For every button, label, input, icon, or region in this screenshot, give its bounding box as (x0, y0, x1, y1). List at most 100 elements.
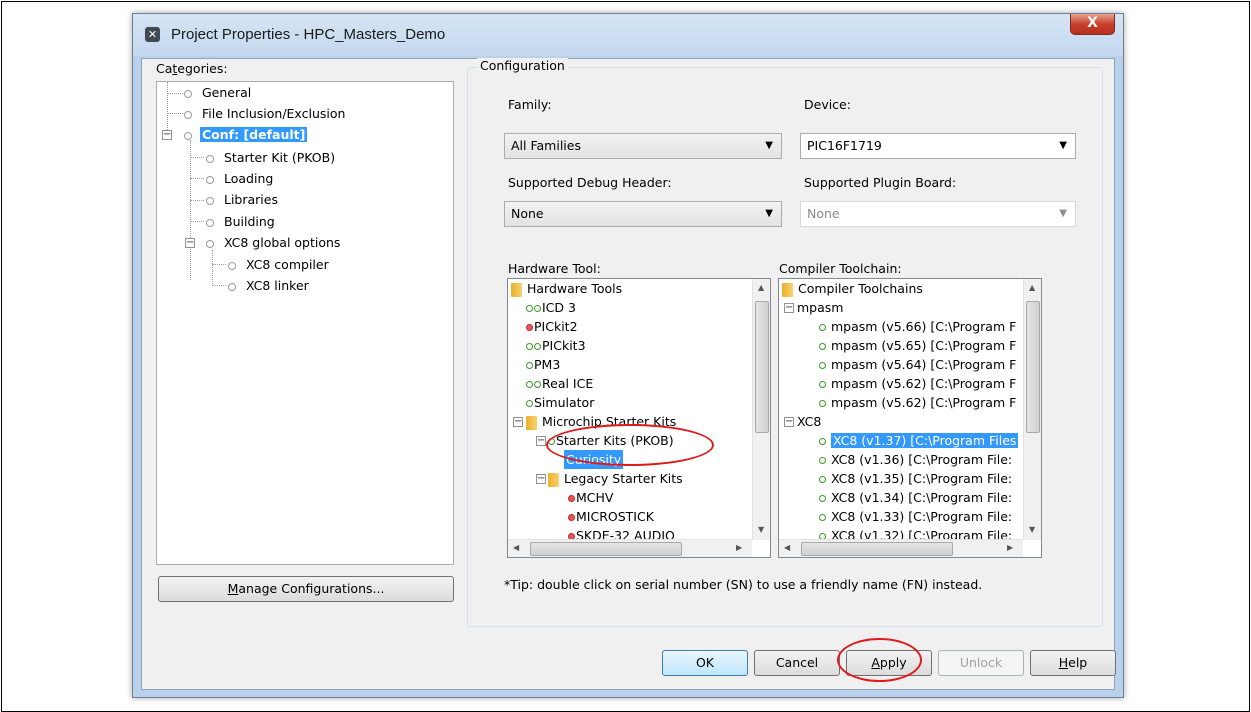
collapse-icon[interactable]: − (784, 303, 794, 313)
hardware-tool-label: Hardware Tool: (508, 261, 601, 276)
tree-item-starter-kit[interactable]: Starter Kit (PKOB) (206, 149, 337, 167)
list-item[interactable]: ICD 3 (526, 298, 576, 317)
collapse-icon[interactable]: − (536, 474, 546, 484)
ok-button[interactable]: OK (662, 650, 748, 676)
compiler-toolchain-list[interactable]: Compiler Toolchains − mpasm mpasm (v5.66… (778, 278, 1042, 558)
tree-item-xc8-linker[interactable]: XC8 linker (228, 277, 311, 295)
green-status-icon (548, 438, 555, 445)
device-select[interactable]: PIC16F1719 ▼ (800, 133, 1076, 159)
folder-icon (782, 282, 793, 297)
list-item[interactable]: Hardware Tools (511, 279, 622, 298)
debug-header-label: Supported Debug Header: (508, 175, 672, 190)
collapse-icon[interactable]: − (185, 238, 195, 248)
scroll-up-icon[interactable]: ▲ (758, 283, 764, 292)
list-item[interactable]: Legacy Starter Kits (548, 469, 683, 488)
list-item[interactable]: Compiler Toolchains (782, 279, 923, 298)
list-item[interactable]: XC8 (v1.35) [C:\Program File: (819, 469, 1012, 488)
list-item[interactable]: PICkit2 (526, 317, 578, 336)
apply-button[interactable]: Apply (846, 650, 932, 676)
tree-item-conf-default[interactable]: Conf: [default] (184, 126, 308, 144)
tree-line (167, 113, 183, 114)
list-item[interactable]: XC8 (v1.33) [C:\Program File: (819, 507, 1012, 526)
help-button[interactable]: Help (1030, 650, 1116, 676)
collapse-icon[interactable]: − (513, 417, 523, 427)
red-status-icon (568, 495, 575, 502)
hardware-tool-list[interactable]: Hardware Tools ICD 3 PICkit2 PICkit3 PM3… (507, 278, 771, 558)
list-item[interactable]: MICROSTICK (568, 507, 654, 526)
list-item[interactable]: XC8 (v1.34) [C:\Program File: (819, 488, 1012, 507)
list-item[interactable]: mpasm (v5.65) [C:\Program F (819, 336, 1016, 355)
node-dot-icon (206, 175, 214, 184)
list-item[interactable]: mpasm (797, 298, 843, 317)
collapse-icon[interactable]: − (162, 130, 172, 140)
list-item[interactable]: PICkit3 (526, 336, 586, 355)
device-label: Device: (804, 97, 851, 112)
manage-configurations-button[interactable]: Manage Configurations... (158, 576, 454, 602)
scroll-down-icon[interactable]: ▼ (758, 525, 764, 534)
node-dot-icon (206, 239, 214, 248)
list-item-starter-kits-pkob[interactable]: Starter Kits (PKOB) (548, 431, 674, 450)
list-item-xc8-v137[interactable]: XC8 (v1.37) [C:\Program Files (819, 431, 1019, 450)
list-item[interactable]: PM3 (526, 355, 560, 374)
green-status-icon (819, 381, 826, 388)
green-status-icon (819, 343, 826, 350)
horizontal-scrollbar[interactable]: ◀ ▶ (508, 539, 752, 557)
list-item[interactable]: XC8 (797, 412, 821, 431)
window-title: Project Properties - HPC_Masters_Demo (171, 26, 446, 43)
list-item[interactable]: mpasm (v5.62) [C:\Program F (819, 393, 1016, 412)
close-button[interactable]: X (1070, 14, 1115, 35)
tree-item-file-inclusion[interactable]: File Inclusion/Exclusion (184, 105, 347, 123)
tree-item-xc8-compiler[interactable]: XC8 compiler (228, 256, 331, 274)
list-item-curiosity[interactable]: Curiosity (564, 450, 624, 469)
list-item[interactable]: Simulator (526, 393, 594, 412)
scroll-down-icon[interactable]: ▼ (1029, 525, 1035, 534)
green-status-icon (526, 362, 533, 369)
collapse-icon[interactable]: − (784, 417, 794, 427)
folder-icon (548, 472, 559, 487)
list-item[interactable]: Real ICE (526, 374, 593, 393)
family-select[interactable]: All Families ▼ (504, 133, 782, 159)
red-status-icon (526, 324, 533, 331)
scroll-left-icon[interactable]: ◀ (784, 543, 790, 552)
tree-item-loading[interactable]: Loading (206, 170, 275, 188)
dropdown-arrow-icon: ▼ (765, 208, 773, 219)
node-dot-icon (228, 282, 236, 291)
scroll-thumb[interactable] (801, 542, 953, 556)
tree-line (190, 178, 204, 179)
tree-item-xc8-global[interactable]: XC8 global options (206, 234, 342, 252)
app-icon: ✕ (145, 27, 160, 42)
tree-item-libraries[interactable]: Libraries (206, 191, 280, 209)
horizontal-scrollbar[interactable]: ◀ ▶ (779, 539, 1023, 557)
scroll-left-icon[interactable]: ◀ (513, 543, 519, 552)
node-dot-icon (206, 196, 214, 205)
cancel-button[interactable]: Cancel (754, 650, 840, 676)
scroll-right-icon[interactable]: ▶ (736, 543, 742, 552)
scroll-thumb[interactable] (755, 301, 769, 433)
debug-header-select[interactable]: None ▼ (504, 201, 782, 227)
vertical-scrollbar[interactable]: ▲ ▼ (1023, 279, 1041, 540)
list-item[interactable]: mpasm (v5.64) [C:\Program F (819, 355, 1016, 374)
scroll-thumb[interactable] (530, 542, 682, 556)
list-item[interactable]: XC8 (v1.36) [C:\Program File: (819, 450, 1012, 469)
tip-text: *Tip: double click on serial number (SN)… (504, 577, 983, 592)
tree-item-general[interactable]: General (184, 84, 253, 102)
folder-icon (526, 415, 537, 430)
node-dot-icon (184, 110, 192, 119)
collapse-icon[interactable]: − (536, 436, 546, 446)
list-item[interactable]: Microchip Starter Kits (526, 412, 676, 431)
list-item[interactable]: MCHV (568, 488, 613, 507)
scroll-right-icon[interactable]: ▶ (1007, 543, 1013, 552)
title-bar: ✕ Project Properties - HPC_Masters_Demo … (133, 14, 1123, 56)
scroll-thumb[interactable] (1026, 301, 1040, 433)
vertical-scrollbar[interactable]: ▲ ▼ (752, 279, 770, 540)
list-item[interactable]: mpasm (v5.66) [C:\Program F (819, 317, 1016, 336)
tree-item-building[interactable]: Building (206, 213, 277, 231)
scroll-up-icon[interactable]: ▲ (1029, 283, 1035, 292)
categories-label: Categories: (156, 61, 228, 76)
family-label: Family: (508, 97, 552, 112)
node-dot-icon (184, 131, 192, 140)
tree-line (190, 200, 204, 201)
project-properties-dialog: ✕ Project Properties - HPC_Masters_Demo … (132, 13, 1124, 698)
list-item[interactable]: mpasm (v5.62) [C:\Program F (819, 374, 1016, 393)
categories-tree[interactable]: General File Inclusion/Exclusion − Conf:… (156, 81, 454, 565)
